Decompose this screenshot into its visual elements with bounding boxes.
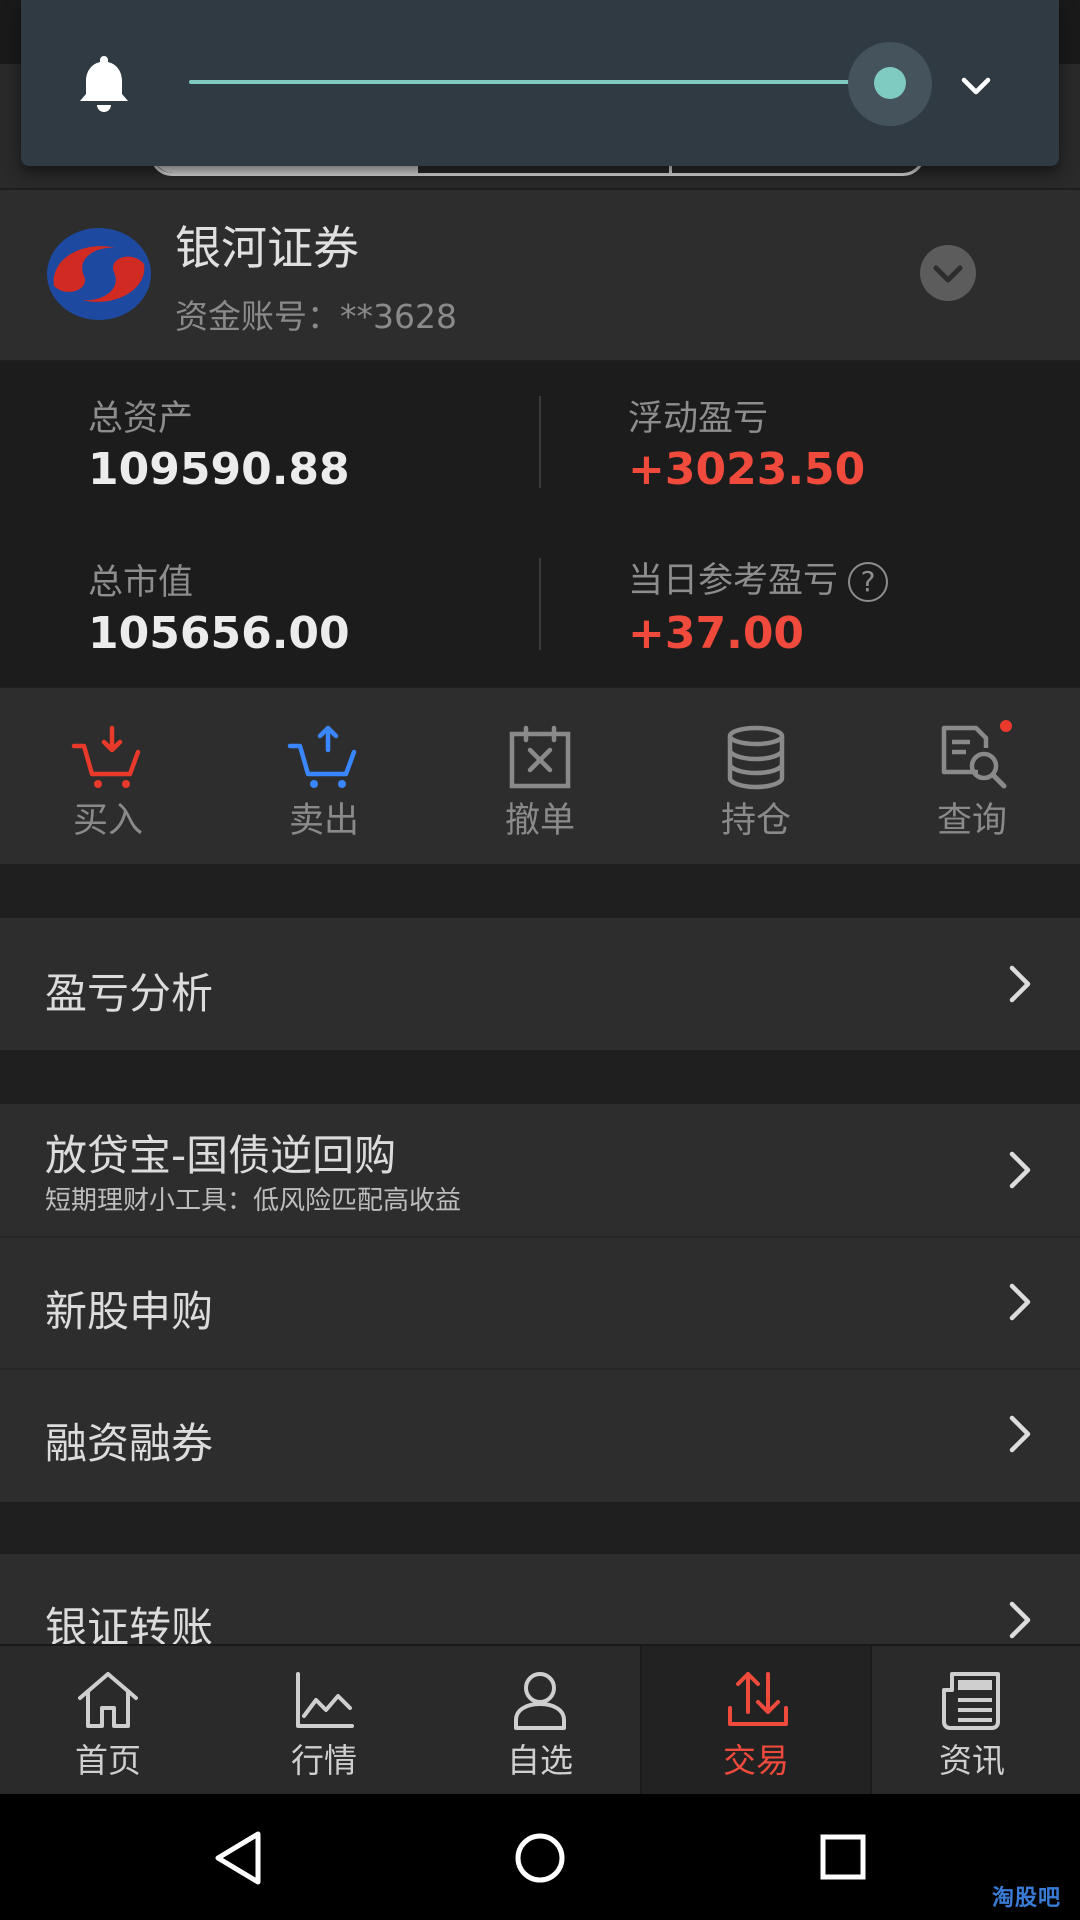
menu-item-margin[interactable]: 融资融券 (0, 1370, 1080, 1502)
menu-item-bank-transfer[interactable]: 银证转账 (0, 1554, 1080, 1652)
chevron-right-icon (1009, 1151, 1031, 1189)
chevron-down-icon (933, 265, 963, 283)
buy-button[interactable]: 买入 (0, 688, 216, 864)
total-assets-label: 总资产 (88, 399, 194, 439)
watermark-logo: 淘股吧 (992, 1886, 1062, 1911)
floating-pl-value: +3023.50 (628, 444, 866, 495)
cancel-order-button[interactable]: 撤单 (432, 688, 648, 864)
broker-header[interactable] (0, 190, 1080, 360)
bell-icon[interactable] (78, 52, 130, 114)
chevron-right-icon (1009, 965, 1031, 1003)
nav-label: 行情 (291, 1741, 357, 1780)
market-value-value: 105656.00 (88, 608, 350, 659)
chevron-right-icon (1009, 1415, 1031, 1453)
galaxy-securities-logo (47, 228, 151, 320)
divider (539, 558, 541, 650)
menu-item-reverse-repo[interactable]: 放贷宝-国债逆回购 短期理财小工具：低风险匹配高收益 (0, 1104, 1080, 1236)
menu-item-label: 盈亏分析 (45, 969, 214, 1018)
nav-label: 自选 (507, 1741, 573, 1780)
nav-label: 资讯 (939, 1741, 1005, 1780)
chevron-down-icon[interactable] (955, 65, 997, 107)
nav-label: 首页 (75, 1741, 141, 1780)
divider (539, 396, 541, 488)
cart-sell-icon (287, 725, 357, 788)
positions-button[interactable]: 持仓 (648, 688, 864, 864)
menu-item-label: 放贷宝-国债逆回购 (45, 1131, 397, 1180)
daily-pl-label: 当日参考盈亏 (628, 561, 839, 601)
menu-item-pl-analysis[interactable]: 盈亏分析 (0, 918, 1080, 1050)
positions-label: 持仓 (720, 801, 791, 841)
nav-trade[interactable]: 交易 (640, 1646, 872, 1796)
nav-news[interactable]: 资讯 (864, 1646, 1080, 1796)
trade-icon (728, 1672, 788, 1726)
volume-slider-thumb[interactable] (874, 67, 906, 99)
market-value-label: 总市值 (88, 563, 194, 603)
home-circle-icon[interactable] (514, 1832, 566, 1884)
daily-pl-row: 当日参考盈亏? (628, 552, 889, 603)
broker-name: 银河证券 (175, 221, 359, 275)
nav-market[interactable]: 行情 (216, 1646, 432, 1796)
user-icon (514, 1672, 566, 1730)
query-label: 查询 (936, 801, 1007, 841)
sell-label: 卖出 (288, 801, 359, 841)
search-document-icon (941, 725, 1007, 789)
query-button[interactable]: 查询 (864, 688, 1080, 864)
cancel-order-icon (509, 725, 571, 789)
help-icon[interactable]: ? (848, 562, 889, 602)
sell-button[interactable]: 卖出 (216, 688, 432, 864)
chevron-right-icon (1009, 1283, 1031, 1321)
volume-slider-track[interactable] (189, 80, 889, 84)
account-switch-button[interactable] (920, 245, 976, 301)
home-icon (78, 1672, 138, 1728)
menu-item-label: 融资融券 (45, 1419, 214, 1468)
nav-home[interactable]: 首页 (0, 1646, 216, 1796)
total-assets-value: 109590.88 (88, 444, 350, 495)
chart-icon (296, 1672, 354, 1728)
database-icon (727, 725, 785, 790)
account-number: 资金账号：**3628 (175, 297, 457, 336)
buy-label: 买入 (72, 801, 143, 841)
cancel-order-label: 撤单 (504, 801, 575, 841)
recent-apps-icon[interactable] (820, 1834, 866, 1880)
notification-dot (1000, 720, 1012, 732)
menu-item-ipo[interactable]: 新股申购 (0, 1238, 1080, 1370)
cart-buy-icon (71, 725, 141, 788)
news-icon (942, 1672, 1000, 1730)
nav-label: 交易 (723, 1741, 789, 1780)
chevron-right-icon (1009, 1601, 1031, 1639)
nav-watchlist[interactable]: 自选 (432, 1646, 648, 1796)
menu-item-label: 新股申购 (45, 1287, 214, 1336)
menu-item-subtitle: 短期理财小工具：低风险匹配高收益 (45, 1186, 462, 1216)
floating-pl-label: 浮动盈亏 (628, 399, 769, 439)
back-icon[interactable] (212, 1830, 264, 1886)
daily-pl-value: +37.00 (628, 608, 805, 659)
